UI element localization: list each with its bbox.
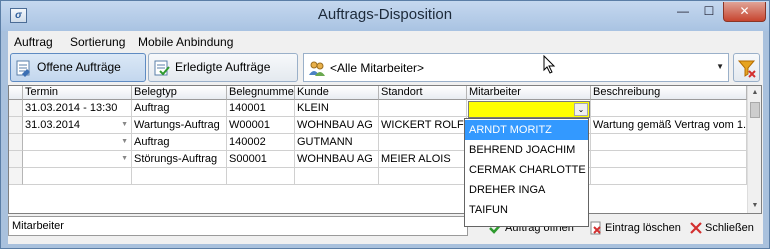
cell-termin[interactable]: 31.03.2014 ▼ [23, 117, 132, 134]
cell-belegnummer[interactable]: 140001 [227, 100, 295, 117]
cell-beschreibung[interactable]: Wartung gemäß Vertrag vom 1.1. [591, 117, 747, 134]
menu-mobile-anbindung[interactable]: Mobile Anbindung [138, 35, 233, 49]
cell-standort[interactable]: WICKERT ROLF [379, 117, 467, 134]
cell-beschreibung[interactable] [591, 100, 747, 117]
employee-dropdown-list[interactable]: ARNDT MORITZ BEHREND JOACHIM CERMAK CHAR… [464, 118, 589, 227]
header-belegnummer[interactable]: Belegnummer [227, 86, 295, 100]
done-orders-button[interactable]: Erledigte Aufträge [148, 53, 298, 82]
scroll-up-icon[interactable]: ▲ [748, 86, 762, 100]
cell-beschreibung[interactable] [591, 168, 747, 185]
cell-kunde[interactable]: WOHNBAU AG [295, 151, 379, 168]
table-row[interactable]: 31.03.2014 ▼ Wartungs-Auftrag W00001 WOHN… [9, 117, 749, 134]
header-standort[interactable]: Standort [379, 86, 467, 100]
delete-entry-label: Eintrag löschen [605, 222, 681, 234]
scroll-thumb[interactable] [750, 102, 760, 118]
row-indicator[interactable] [9, 100, 23, 117]
close-icon [690, 222, 702, 234]
cell-belegtyp[interactable]: Auftrag [132, 100, 227, 117]
cell-belegtyp[interactable]: Auftrag [132, 134, 227, 151]
employee-option[interactable]: DREHER INGA [465, 180, 588, 200]
maximize-button[interactable]: ☐ [696, 2, 722, 22]
header-belegtyp[interactable]: Belegtyp [132, 86, 227, 100]
close-window-button[interactable]: ✕ [723, 2, 766, 22]
row-indicator[interactable] [9, 151, 23, 168]
grid-header: Termin Belegtyp Belegnummer Kunde Stando… [9, 86, 749, 100]
cell-belegnummer[interactable] [227, 168, 295, 185]
vertical-scrollbar[interactable]: ▲ ▼ [747, 86, 761, 213]
cell-standort[interactable]: MEIER ALOIS [379, 151, 467, 168]
filter-button[interactable] [733, 53, 760, 82]
delete-entry-button[interactable]: Eintrag löschen [589, 220, 685, 236]
cell-beschreibung[interactable] [591, 134, 747, 151]
chevron-down-icon[interactable]: ▼ [121, 134, 128, 150]
cell-belegnummer[interactable]: 140002 [227, 134, 295, 151]
header-indicator [9, 86, 23, 100]
table-row[interactable] [9, 168, 749, 185]
cell-belegnummer[interactable]: S00001 [227, 151, 295, 168]
header-termin[interactable]: Termin [23, 86, 132, 100]
filter-icon [737, 60, 756, 78]
row-indicator[interactable] [9, 117, 23, 134]
cell-belegtyp[interactable]: Wartungs-Auftrag [132, 117, 227, 134]
employee-option[interactable]: ARNDT MORITZ [465, 120, 588, 140]
window-title: Auftrags-Disposition [317, 6, 453, 23]
cell-termin[interactable]: ▼ [23, 151, 132, 168]
chevron-down-icon[interactable]: ▼ [121, 117, 128, 133]
cell-termin[interactable] [23, 168, 132, 185]
delete-icon [590, 221, 601, 235]
open-orders-icon [16, 60, 30, 77]
employee-edit-combo[interactable]: ⌄ [468, 101, 590, 118]
done-orders-icon [154, 60, 170, 76]
cell-beschreibung[interactable] [591, 151, 747, 168]
employee-filter-select[interactable]: <Alle Mitarbeiter> ▼ [303, 53, 729, 82]
orders-grid[interactable]: Termin Belegtyp Belegnummer Kunde Stando… [8, 85, 762, 214]
people-icon [309, 61, 325, 76]
done-orders-label: Erledigte Aufträge [175, 60, 271, 74]
employee-option[interactable]: BEHREND JOACHIM [465, 140, 588, 160]
cell-standort[interactable] [379, 134, 467, 151]
close-label: Schließen [705, 222, 754, 234]
cell-kunde[interactable] [295, 168, 379, 185]
table-row[interactable]: ▼ Störungs-Auftrag S00001 WOHNBAU AG MEI… [9, 151, 749, 168]
cell-termin[interactable]: ▼ [23, 134, 132, 151]
row-indicator[interactable] [9, 168, 23, 185]
mouse-cursor-icon [543, 55, 556, 74]
employee-option[interactable]: CERMAK CHARLOTTE [465, 160, 588, 180]
cell-belegnummer[interactable]: W00001 [227, 117, 295, 134]
cell-belegtyp[interactable]: Störungs-Auftrag [132, 151, 227, 168]
open-orders-label: Offene Aufträge [37, 60, 121, 74]
chevron-down-icon[interactable]: ▼ [716, 62, 724, 71]
employee-option[interactable]: TAIFUN [465, 200, 588, 220]
cell-standort[interactable] [379, 168, 467, 185]
cell-kunde[interactable]: KLEIN [295, 100, 379, 117]
chevron-down-icon[interactable]: ⌄ [574, 103, 588, 116]
cell-standort[interactable] [379, 100, 467, 117]
header-beschreibung[interactable]: Beschreibung [591, 86, 747, 100]
header-mitarbeiter[interactable]: Mitarbeiter [467, 86, 591, 100]
table-row[interactable]: 31.03.2014 - 13:30 Auftrag 140001 KLEIN [9, 100, 749, 117]
row-indicator[interactable] [9, 134, 23, 151]
title-bar[interactable]: σ Auftrags-Disposition — ☐ ✕ [1, 1, 769, 31]
chevron-down-icon[interactable]: ▼ [121, 151, 128, 167]
status-field: Mitarbeiter [8, 216, 468, 236]
employee-filter-value: <Alle Mitarbeiter> [330, 61, 425, 75]
cell-belegtyp[interactable] [132, 168, 227, 185]
cell-kunde[interactable]: GUTMANN [295, 134, 379, 151]
menu-bar: Auftrag Sortierung Mobile Anbindung [8, 31, 763, 52]
menu-auftrag[interactable]: Auftrag [14, 35, 53, 49]
cell-termin[interactable]: 31.03.2014 - 13:30 [23, 100, 132, 117]
menu-sortierung[interactable]: Sortierung [70, 35, 125, 49]
open-orders-button[interactable]: Offene Aufträge [10, 53, 146, 82]
main-window: σ Auftrags-Disposition — ☐ ✕ Auftrag Sor… [0, 0, 770, 249]
table-row[interactable]: ▼ Auftrag 140002 GUTMANN [9, 134, 749, 151]
close-button[interactable]: Schließen [689, 220, 759, 236]
client-area: Auftrag Sortierung Mobile Anbindung Offe… [8, 31, 763, 244]
minimize-button[interactable]: — [670, 2, 696, 22]
cell-kunde[interactable]: WOHNBAU AG [295, 117, 379, 134]
cell-termin-text: 31.03.2014 [25, 119, 81, 131]
scroll-down-icon[interactable]: ▼ [748, 199, 762, 213]
header-kunde[interactable]: Kunde [295, 86, 379, 100]
